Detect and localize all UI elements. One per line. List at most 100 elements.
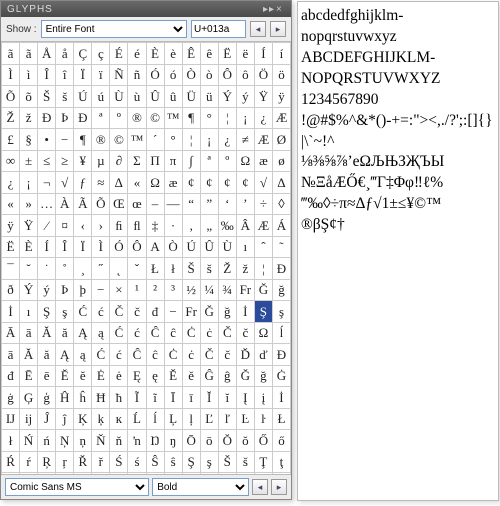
glyph-cell[interactable]: Ņ [56,430,74,452]
glyph-cell[interactable]: ¢ [219,172,237,194]
glyph-cell[interactable]: Î [38,65,56,87]
glyph-cell[interactable]: ‰ [219,215,237,237]
glyph-cell[interactable]: ˘ [20,258,38,280]
glyph-grid[interactable]: ããÅåÇçÉéÈèÊêËëÍíÌìÎîÏïÑñÓóÒòÔôÖöÕõŠšÚúÙù… [1,42,291,474]
glyph-cell[interactable]: £ [2,129,20,151]
glyph-cell[interactable]: Ŀ [237,409,255,431]
glyph-cell[interactable]: º [219,151,237,173]
glyph-cell[interactable]: Î [56,237,74,259]
glyph-cell[interactable]: Å [38,43,56,65]
glyph-cell[interactable]: ç [92,43,110,65]
glyph-cell[interactable]: ‹ [74,215,92,237]
glyph-cell[interactable]: ć [128,323,146,345]
glyph-cell[interactable]: ř [92,452,110,474]
glyph-cell[interactable]: ť [20,473,38,474]
glyph-cell[interactable]: ğ [219,301,237,323]
unicode-input[interactable] [191,20,246,38]
glyph-cell[interactable]: º [110,108,128,130]
glyph-cell[interactable]: Ω [237,151,255,173]
glyph-cell[interactable]: ‘ [219,194,237,216]
glyph-cell[interactable]: ň [110,430,128,452]
nav-prev-button[interactable]: ◂ [250,21,266,37]
glyph-cell[interactable]: ú [92,86,110,108]
glyph-cell[interactable]: Ľ [201,409,219,431]
glyph-cell[interactable]: ∞ [2,151,20,173]
glyph-cell[interactable]: ł [165,258,183,280]
glyph-cell[interactable]: ® [92,129,110,151]
glyph-cell[interactable]: ĉ [147,344,165,366]
glyph-cell[interactable]: ÿ [2,215,20,237]
glyph-cell[interactable]: ı [237,237,255,259]
close-icon[interactable]: × [276,5,285,14]
glyph-cell[interactable]: Æ [255,215,273,237]
glyph-cell[interactable]: ŕ [20,452,38,474]
glyph-cell[interactable]: Ð [273,258,291,280]
glyph-cell[interactable]: č [219,344,237,366]
glyph-cell[interactable]: ƒ [74,172,92,194]
glyph-cell[interactable]: ģ [38,387,56,409]
glyph-cell[interactable]: ¢ [201,172,219,194]
glyph-cell[interactable]: ∂ [110,151,128,173]
glyph-cell[interactable]: • [38,129,56,151]
glyph-cell[interactable]: Ŧ [38,473,56,474]
glyph-cell[interactable]: Ł [147,258,165,280]
glyph-cell[interactable]: ŝ [165,452,183,474]
glyph-cell[interactable]: ĸ [110,409,128,431]
glyph-cell[interactable]: ¿ [219,129,237,151]
glyph-cell[interactable]: Ç [74,43,92,65]
flyout-icon[interactable]: ▸▸ [263,5,272,14]
glyph-cell[interactable]: © [147,108,165,130]
glyph-cell[interactable]: “ [183,194,201,216]
glyph-cell[interactable]: ć [92,301,110,323]
glyph-cell[interactable]: Ă [38,323,56,345]
glyph-cell[interactable]: ě [183,366,201,388]
glyph-cell[interactable]: ã [2,43,20,65]
glyph-cell[interactable]: µ [92,151,110,173]
glyph-cell[interactable]: ā [20,323,38,345]
footer-nav-next[interactable]: ▸ [271,479,287,495]
glyph-cell[interactable]: Ô [219,65,237,87]
glyph-cell[interactable]: č [237,323,255,345]
glyph-cell[interactable]: î [56,65,74,87]
glyph-cell[interactable]: Ì [2,65,20,87]
glyph-cell[interactable]: ć [110,344,128,366]
glyph-cell[interactable]: ’ [237,194,255,216]
glyph-cell[interactable]: Fr [183,301,201,323]
glyph-cell[interactable]: Û [201,237,219,259]
glyph-cell[interactable]: ¶ [74,129,92,151]
glyph-cell[interactable]: Ř [74,452,92,474]
glyph-cell[interactable]: π [165,151,183,173]
glyph-cell[interactable]: ļ [183,409,201,431]
glyph-cell[interactable]: Ω [255,323,273,345]
glyph-cell[interactable]: Ď [237,344,255,366]
glyph-cell[interactable]: ń [38,430,56,452]
glyph-cell[interactable]: ∫ [183,151,201,173]
glyph-cell[interactable]: š [201,258,219,280]
glyph-cell[interactable]: ¦ [183,129,201,151]
glyph-cell[interactable]: ” [201,194,219,216]
glyph-cell[interactable]: ċ [183,344,201,366]
glyph-cell[interactable]: ı [20,301,38,323]
glyph-cell[interactable]: ö [273,65,291,87]
glyph-cell[interactable]: ţ [273,452,291,474]
glyph-cell[interactable]: ċ [201,323,219,345]
glyph-cell[interactable]: Á [273,215,291,237]
glyph-cell[interactable]: ĉ [165,323,183,345]
glyph-cell[interactable]: ů [201,473,219,474]
glyph-cell[interactable]: ¿ [255,108,273,130]
glyph-cell[interactable]: ¡ [237,108,255,130]
glyph-cell[interactable]: ŏ [237,430,255,452]
glyph-cell[interactable]: ª [92,108,110,130]
glyph-cell[interactable]: ś [128,452,146,474]
glyph-cell[interactable]: ñ [128,65,146,87]
glyph-cell[interactable]: Ö [255,65,273,87]
glyph-cell[interactable]: ˆ [255,237,273,259]
glyph-cell[interactable]: Ţ [255,452,273,474]
glyph-cell[interactable]: Ū [110,473,128,474]
glyph-cell[interactable]: í [273,43,291,65]
glyph-cell[interactable]: Ù [219,237,237,259]
glyph-cell[interactable]: Ă [20,344,38,366]
glyph-cell[interactable]: Ú [74,86,92,108]
glyph-cell[interactable]: ™ [165,108,183,130]
glyph-cell[interactable]: ľ [219,409,237,431]
